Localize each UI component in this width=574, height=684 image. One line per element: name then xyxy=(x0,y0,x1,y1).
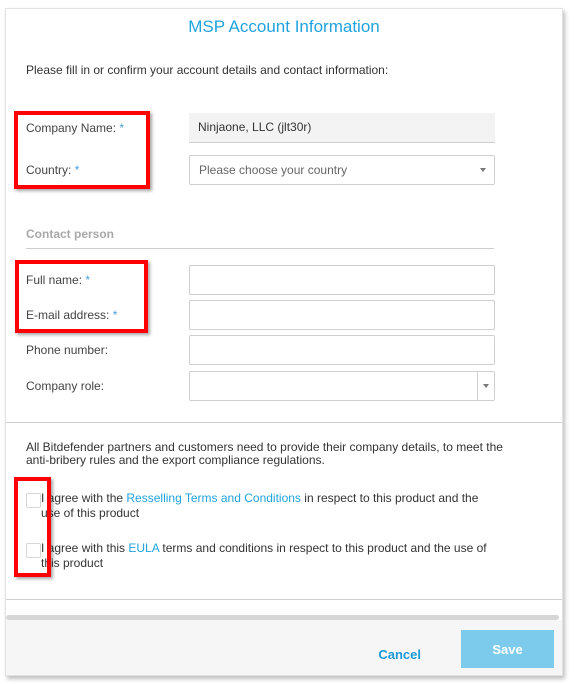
agreement-prefix: I agree with this xyxy=(41,541,129,555)
email-label: E-mail address: * xyxy=(26,308,117,322)
phone-label: Phone number: xyxy=(26,343,109,357)
required-mark: * xyxy=(85,273,91,287)
company-role-label: Company role: xyxy=(26,379,105,393)
company-name-label-text: Company Name: xyxy=(26,121,117,135)
eula-checkbox[interactable] xyxy=(26,543,41,558)
company-role-select[interactable] xyxy=(189,371,495,401)
agreement-prefix: I agree with the xyxy=(41,491,127,505)
country-label: Country: * xyxy=(26,163,79,177)
country-placeholder: Please choose your country xyxy=(199,163,348,177)
chevron-down-icon xyxy=(480,168,486,172)
bottom-divider xyxy=(6,599,562,600)
cancel-button[interactable]: Cancel xyxy=(378,647,421,662)
required-mark: * xyxy=(112,308,118,322)
country-label-text: Country: xyxy=(26,163,72,177)
msp-account-dialog: MSP Account Information Please fill in o… xyxy=(5,8,563,676)
contact-person-heading: Contact person xyxy=(26,227,494,249)
save-button[interactable]: Save xyxy=(461,630,554,668)
email-label-text: E-mail address: xyxy=(26,308,110,322)
reselling-terms-checkbox[interactable] xyxy=(26,493,41,508)
phone-input[interactable] xyxy=(189,335,495,365)
intro-text: Please fill in or confirm your account d… xyxy=(26,63,389,77)
eula-link[interactable]: EULA xyxy=(128,541,159,555)
dialog-footer: Cancel Save xyxy=(6,620,562,675)
required-mark: * xyxy=(119,121,125,135)
full-name-label: Full name: * xyxy=(26,273,90,287)
company-name-label: Company Name: * xyxy=(26,121,124,135)
full-name-input[interactable] xyxy=(189,265,495,295)
full-name-label-text: Full name: xyxy=(26,273,83,287)
compliance-notice: All Bitdefender partners and customers n… xyxy=(26,440,503,467)
chevron-down-icon xyxy=(483,384,489,388)
agreement-text: I agree with this EULA terms and conditi… xyxy=(41,541,501,571)
section-divider xyxy=(6,422,562,423)
dialog-title: MSP Account Information xyxy=(188,17,380,36)
email-input[interactable] xyxy=(189,300,495,330)
country-select[interactable]: Please choose your country xyxy=(189,155,495,185)
required-mark: * xyxy=(74,163,80,177)
agreement-text: I agree with the Resselling Terms and Co… xyxy=(41,491,501,521)
company-name-field: Ninjaone, LLC (jlt30r) xyxy=(189,113,495,143)
reselling-terms-link[interactable]: Resselling Terms and Conditions xyxy=(126,491,301,505)
